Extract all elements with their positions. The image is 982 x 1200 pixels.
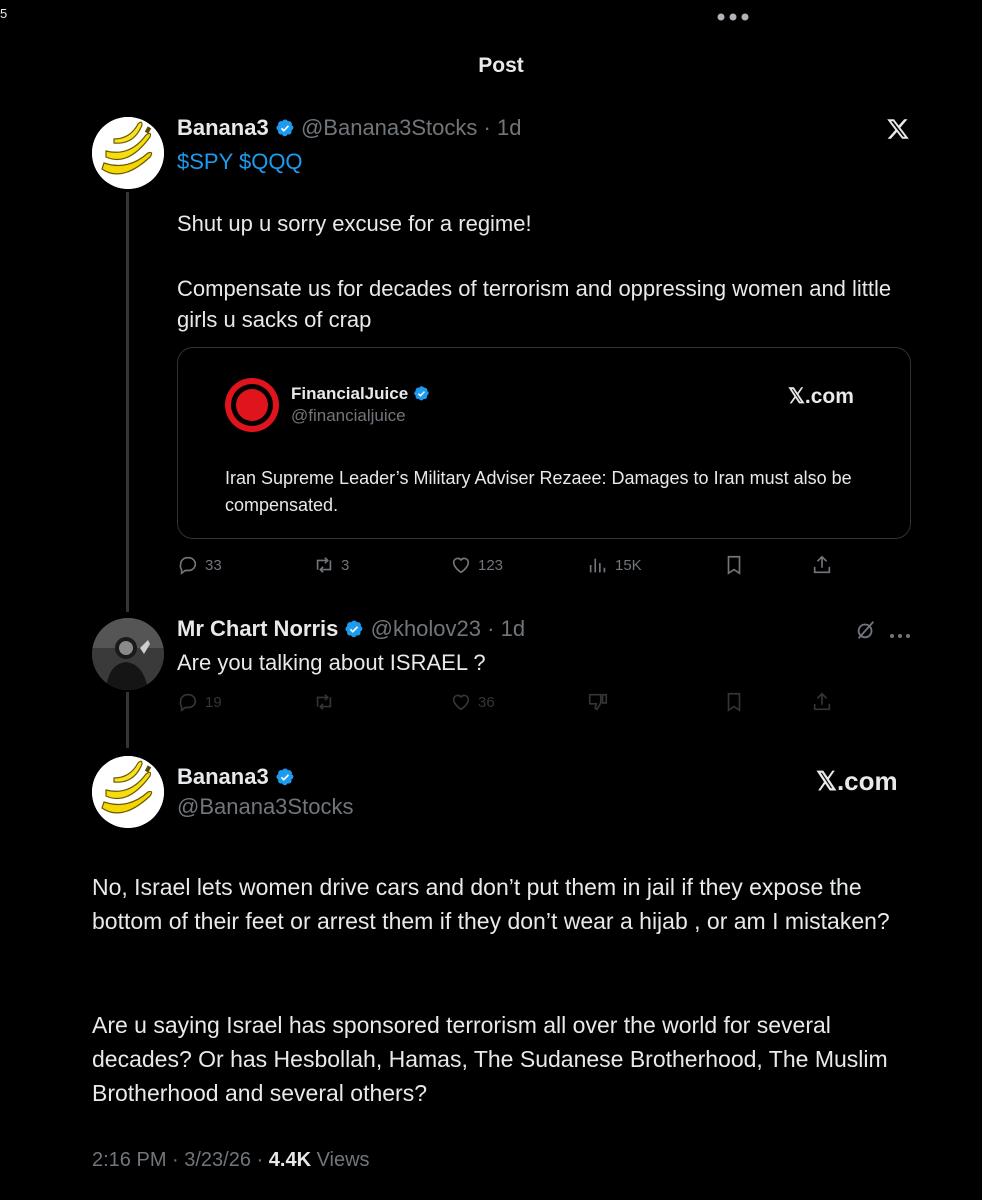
reply-bookmark-button[interactable] [723,691,745,713]
repost-button[interactable]: 3 [313,554,349,576]
reply-dislike-button[interactable] [587,691,609,713]
verified-badge-icon [413,385,430,402]
main-brand: 𝕏.com [816,766,898,796]
banana-icon [92,756,164,828]
like-count: 123 [478,556,504,574]
main-avatar[interactable] [92,756,164,828]
share-icon [813,692,831,711]
page-title: Post [478,54,524,77]
bookmark-button[interactable] [723,554,745,576]
reply-more-icon[interactable] [889,626,911,638]
bookmark-icon [727,692,741,712]
avatar[interactable] [92,117,164,189]
reply-text: Are you talking about ISRAEL ? [177,650,486,675]
more-dots-icon[interactable] [716,10,750,22]
main-text-para2: Are u saying Israel has sponsored terror… [92,1012,888,1106]
heart-icon [452,694,470,711]
main-views-label: Views [311,1149,370,1171]
reply-share-button[interactable] [811,691,833,713]
reply-reply-button[interactable]: 19 [177,691,222,713]
x-logo-icon[interactable] [886,117,910,141]
status-bar-glyph: 5 [0,6,8,21]
reply-icon [179,693,197,712]
main-views-count: 4.4K [268,1149,312,1171]
thumbs-down-icon [588,693,608,711]
views-chart-icon [589,558,606,573]
reply-avatar[interactable] [92,618,164,690]
tweet-time[interactable]: · 1d [484,115,522,140]
author-handle[interactable]: @Banana3Stocks [301,115,477,140]
reply-icon [179,556,197,575]
repost-icon [316,557,332,573]
main-meta: 2:16 PM · 3/23/26 · 4.4K Views [92,1149,370,1172]
reply-like-button[interactable]: 36 [450,691,495,713]
quote-text: Iran Supreme Leader’s Military Adviser R… [225,468,852,515]
author-name[interactable]: Banana3 [177,115,269,140]
reply-time[interactable]: · 1d [487,616,525,641]
reply-author-name[interactable]: Mr Chart Norris [177,616,338,641]
banana-icon [92,117,164,189]
bookmark-icon [727,555,741,575]
views-count: 15K [615,556,642,574]
main-author: Banana3 [177,764,295,790]
quote-avatar [225,378,279,432]
share-icon [813,555,831,574]
quote-brand: 𝕏.com [788,385,854,408]
reply-count: 33 [205,556,222,574]
verified-badge-icon [344,619,364,639]
reply-button[interactable]: 33 [177,554,222,576]
cashtags[interactable]: $SPY $QQQ [177,149,303,175]
quote-card[interactable]: FinancialJuice @financialjuice 𝕏.com Ira… [177,347,911,539]
verified-badge-icon [275,118,295,138]
tweet-text-line1: Shut up u sorry excuse for a regime! [177,211,532,236]
repost-count: 3 [341,556,350,574]
main-author-handle[interactable]: @Banana3Stocks [177,794,353,820]
heart-icon [452,557,470,574]
reply-header: Mr Chart Norris @kholov23 · 1d [177,616,525,642]
verified-badge-icon [275,767,295,787]
like-button[interactable]: 123 [450,554,503,576]
reply-like-count: 36 [478,693,495,711]
reply-reply-count: 19 [205,693,222,711]
thread-line-2 [126,692,129,748]
main-author-name[interactable]: Banana3 [177,764,269,789]
main-timestamp[interactable]: 2:16 PM · 3/23/26 · [92,1149,269,1171]
share-button[interactable] [811,554,833,576]
main-text-para1: No, Israel lets women drive cars and don… [92,874,890,934]
person-photo-icon [92,618,164,690]
repost-icon [316,694,332,710]
reply-repost-button[interactable] [313,691,335,713]
grok-icon[interactable] [855,619,877,641]
thread-line [126,192,129,612]
quote-author-handle: @financialjuice [291,406,406,425]
quote-author-name: FinancialJuice [291,384,409,403]
reply-author-handle[interactable]: @kholov23 [371,616,481,641]
quote-author: FinancialJuice [291,384,430,404]
views-button[interactable]: 15K [587,554,642,576]
tweet-header: Banana3 @Banana3Stocks · 1d [177,115,521,141]
tweet-text-line2: Compensate us for decades of terrorism a… [177,276,892,332]
